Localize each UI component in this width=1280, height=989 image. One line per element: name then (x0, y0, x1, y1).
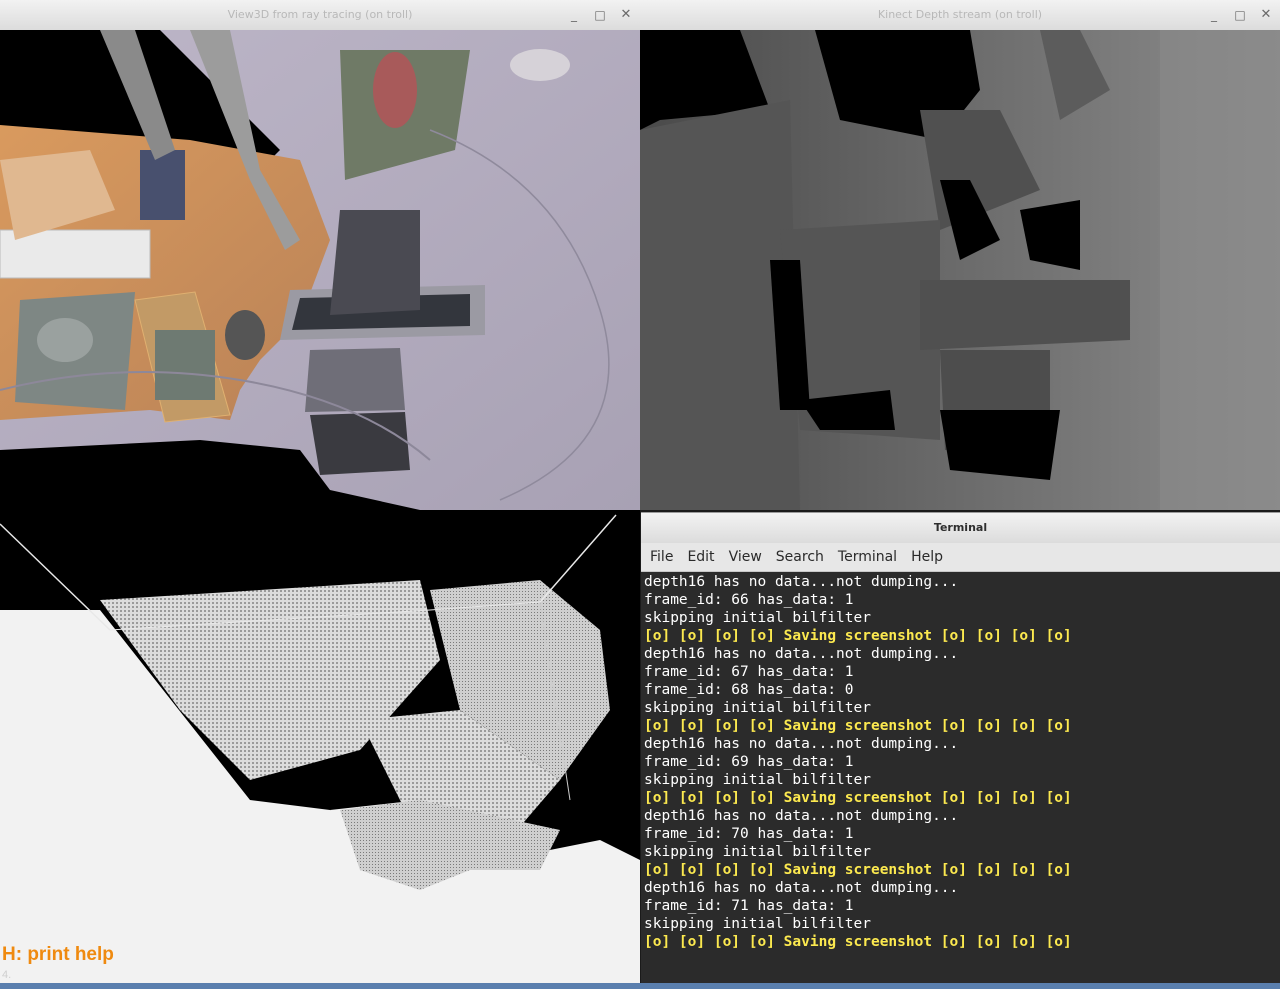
terminal-line: skipping initial bilfilter (644, 700, 871, 716)
terminal-line-highlight: [o] [o] [o] [o] Saving screenshot [o] [o… (644, 718, 1072, 734)
terminal-menubar: File Edit View Search Terminal Help (641, 543, 1280, 572)
kinect-window: Kinect Depth stream (on troll) _ □ ✕ (640, 0, 1280, 510)
terminal-window: Terminal File Edit View Search Terminal Help … (641, 512, 1280, 984)
terminal-line: skipping initial bilfilter (644, 772, 871, 788)
menu-edit[interactable]: Edit (680, 543, 721, 571)
status-readout: 4. (2, 969, 12, 981)
menu-file[interactable]: File (641, 543, 680, 571)
terminal-line: depth16 has no data...not dumping... (644, 880, 959, 896)
point-cloud-window: H: print help 4. (0, 510, 640, 983)
raytraced-scene-image (0, 30, 640, 510)
terminal-titlebar[interactable]: Terminal (641, 513, 1280, 544)
menu-help[interactable]: Help (904, 543, 950, 571)
menu-terminal[interactable]: Terminal (831, 543, 904, 571)
terminal-line: frame_id: 68 has_data: 0 (644, 682, 854, 698)
terminal-line-highlight: [o] [o] [o] [o] Saving screenshot [o] [o… (644, 790, 1072, 806)
maximize-button[interactable]: □ (592, 7, 608, 23)
terminal-line: frame_id: 69 has_data: 1 (644, 754, 854, 770)
terminal-line: frame_id: 70 has_data: 1 (644, 826, 854, 842)
window-title: Terminal (933, 521, 988, 534)
maximize-button[interactable]: □ (1232, 7, 1248, 23)
window-title: Kinect Depth stream (on troll) (877, 8, 1043, 21)
taskbar (0, 983, 1280, 989)
kinect-titlebar[interactable]: Kinect Depth stream (on troll) _ □ ✕ (640, 0, 1280, 31)
terminal-line: depth16 has no data...not dumping... (644, 808, 959, 824)
terminal-line: frame_id: 67 has_data: 1 (644, 664, 854, 680)
close-button[interactable]: ✕ (618, 7, 634, 23)
terminal-line: skipping initial bilfilter (644, 610, 871, 626)
terminal-line-highlight: [o] [o] [o] [o] Saving screenshot [o] [o… (644, 934, 1072, 950)
view3d-titlebar[interactable]: View3D from ray tracing (on troll) _ □ ✕ (0, 0, 640, 31)
terminal-output[interactable]: depth16 has no data...not dumping... fram… (641, 572, 1280, 984)
depth-stream-view[interactable] (640, 30, 1280, 510)
terminal-line: frame_id: 71 has_data: 1 (644, 898, 854, 914)
terminal-line-highlight: [o] [o] [o] [o] Saving screenshot [o] [o… (644, 628, 1072, 644)
terminal-line: skipping initial bilfilter (644, 844, 871, 860)
minimize-button[interactable]: _ (1206, 7, 1222, 23)
close-button[interactable]: ✕ (1258, 7, 1274, 23)
print-help-hint: H: print help (2, 944, 114, 965)
minimize-button[interactable]: _ (566, 7, 582, 23)
view3d-window: View3D from ray tracing (on troll) _ □ ✕ (0, 0, 640, 510)
terminal-line: depth16 has no data...not dumping... (644, 574, 959, 590)
terminal-line: skipping initial bilfilter (644, 916, 871, 932)
terminal-lines: depth16 has no data...not dumping... fram… (644, 573, 1280, 951)
depth-image (640, 30, 1280, 510)
point-cloud-render[interactable] (0, 510, 640, 983)
menu-view[interactable]: View (722, 543, 769, 571)
menu-search[interactable]: Search (769, 543, 831, 571)
terminal-line: depth16 has no data...not dumping... (644, 736, 959, 752)
raytraced-3d-view[interactable] (0, 30, 640, 510)
terminal-line: depth16 has no data...not dumping... (644, 646, 959, 662)
window-title: View3D from ray tracing (on troll) (227, 8, 413, 21)
terminal-line-highlight: [o] [o] [o] [o] Saving screenshot [o] [o… (644, 862, 1072, 878)
terminal-line: frame_id: 66 has_data: 1 (644, 592, 854, 608)
